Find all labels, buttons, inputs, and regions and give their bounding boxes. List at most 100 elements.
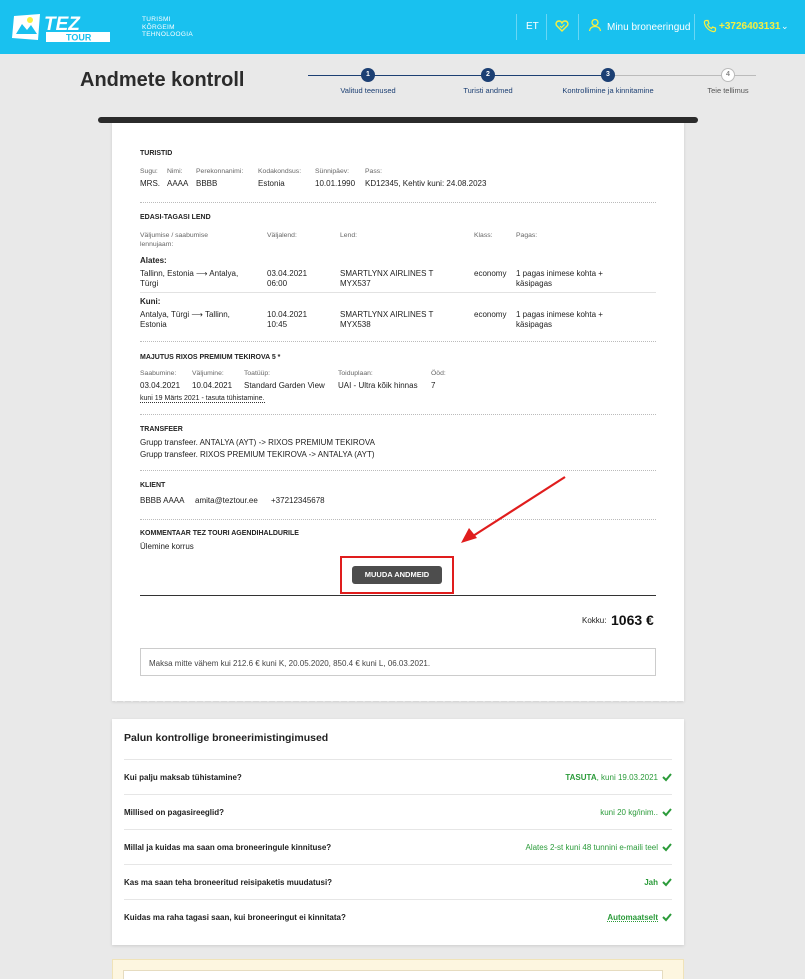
- answer-text: Alates 2-st kuni 48 tunnini e-maili teel: [525, 843, 658, 852]
- edit-details-button[interactable]: MUUDA ANDMEID: [352, 566, 442, 584]
- tourist-value: AAAA: [167, 179, 189, 188]
- tourist-value: 10.01.1990: [315, 179, 356, 188]
- condition-row: Kui palju maksab tühistamine? TASUTA, ku…: [124, 759, 672, 794]
- notice-input[interactable]: [123, 970, 663, 979]
- phone-icon[interactable]: [703, 19, 717, 33]
- condition-answer[interactable]: Automaatselt: [607, 913, 658, 922]
- edit-button-highlight: MUUDA ANDMEID: [340, 556, 454, 594]
- tourist-value: MRS.: [140, 179, 160, 188]
- tez-tour-logo[interactable]: TEZ TOUR: [10, 10, 114, 44]
- annotation-arrow: [461, 476, 566, 543]
- phone-number[interactable]: +3726403131: [719, 21, 780, 32]
- header-divider: [694, 14, 695, 40]
- check-icon: [662, 843, 672, 852]
- flight-label: Klass:: [474, 232, 493, 239]
- condition-answer: kuni 20 kg/inim..: [600, 808, 658, 817]
- comment-text: Ülemine korrus: [140, 542, 194, 551]
- flight-label: Lend:: [340, 232, 358, 239]
- user-icon[interactable]: [588, 18, 602, 32]
- notice-card: [112, 959, 684, 979]
- transfer-section: TRANSFEER Grupp transfeer. ANTALYA (AYT)…: [140, 426, 656, 462]
- condition-answer: Alates 2-st kuni 48 tunnini e-maili teel: [525, 843, 658, 852]
- flight-section: EDASI-TAGASI LEND Väljumise / saabumise …: [140, 214, 656, 334]
- step-1-dot[interactable]: 1: [361, 68, 375, 82]
- answer-highlight: TASUTA: [565, 773, 597, 782]
- language-selector[interactable]: ET: [526, 21, 539, 32]
- flight-label: Väljumise / saabumise lennujaam:: [140, 232, 208, 248]
- hotel-label: Ööd:: [431, 370, 446, 377]
- check-icon: [662, 773, 672, 782]
- flight-date: 03.04.2021: [267, 269, 308, 278]
- hotel-label: Toatüüp:: [244, 370, 271, 377]
- answer-highlight[interactable]: Automaatselt: [607, 913, 658, 922]
- check-icon: [662, 878, 672, 887]
- answer-highlight: Jah: [644, 878, 658, 887]
- client-name: BBBB AAAA: [140, 496, 185, 505]
- flight-route: Antalya, Türgi ⟶ Tallinn, Estonia: [140, 310, 230, 329]
- comment-section: KOMMENTAAR TEZ TOURI AGENDIHALDURILE Üle…: [140, 530, 656, 556]
- step-2-label[interactable]: Turisti andmed: [463, 86, 512, 95]
- tagline: Turismi Kõrgeim Tehnoloogia: [142, 16, 193, 39]
- tourist-label: Perekonnanimi:: [196, 168, 244, 175]
- flight-time: 06:00: [267, 278, 288, 288]
- flight-label: Väljalend:: [267, 232, 297, 239]
- my-bookings-link[interactable]: Minu broneeringud: [607, 22, 690, 33]
- flight-label: Pagas:: [516, 232, 538, 239]
- receipt-torn-edge: [112, 696, 684, 702]
- condition-row: Millal ja kuidas ma saan oma broneeringu…: [124, 829, 672, 864]
- step-3-label: Kontrollimine ja kinnitamine: [562, 86, 654, 95]
- flight-baggage: 1 pagas inimese kohta + käsipagas: [516, 269, 603, 288]
- section-divider: [140, 414, 656, 415]
- header-divider: [516, 14, 517, 40]
- section-divider: [140, 341, 656, 342]
- flight-class: economy: [474, 269, 507, 278]
- page-title: Andmete kontroll: [80, 69, 245, 91]
- hotel-label: Saabumine:: [140, 370, 177, 377]
- client-phone: +37212345678: [271, 496, 325, 505]
- hotel-section: MAJUTUS RIXOS PREMIUM TEKIROVA 5 * Saabu…: [140, 354, 656, 409]
- chevron-down-icon[interactable]: ⌄: [781, 21, 789, 32]
- flight-class: economy: [474, 310, 507, 319]
- step-1-label[interactable]: Valitud teenused: [340, 86, 395, 95]
- section-divider: [140, 470, 656, 471]
- answer-text: kuni 20 kg/inim..: [600, 808, 658, 817]
- check-icon: [662, 808, 672, 817]
- flight-number: MYX537: [340, 278, 371, 288]
- flight-time: 10:45: [267, 319, 288, 329]
- step-4-label: Teie tellimus: [707, 86, 749, 95]
- tourist-label: Sünnipäev:: [315, 168, 350, 175]
- header-divider: [546, 14, 547, 40]
- flight-direction-heading: Kuni:: [140, 297, 161, 306]
- condition-answer: Jah: [644, 878, 658, 887]
- flight-number: MYX538: [340, 319, 371, 329]
- step-2-dot[interactable]: 2: [481, 68, 495, 82]
- condition-row: Millised on pagasireeglid? kuni 20 kg/in…: [124, 794, 672, 829]
- hotel-value: 7: [431, 381, 436, 390]
- condition-question: Kas ma saan teha broneeritud reisipaketi…: [124, 878, 333, 887]
- booking-conditions-panel: Palun kontrollige broneerimistingimused …: [112, 719, 684, 945]
- cancellation-note[interactable]: kuni 19 Märts 2021 - tasuta tühistamine.: [140, 395, 265, 403]
- check-icon: [662, 913, 672, 922]
- condition-question: Millal ja kuidas ma saan oma broneeringu…: [124, 843, 332, 852]
- tagline-line: Kõrgeim: [142, 23, 175, 31]
- section-title: TURISTID: [140, 150, 173, 157]
- client-section: KLIENT BBBB AAAA amita@teztour.ee +37212…: [140, 482, 656, 510]
- payment-schedule-note: Maksa mitte vähem kui 212.6 € kuni K, 20…: [140, 648, 656, 676]
- header-divider: [578, 14, 579, 40]
- tourist-label: Kodakondsus:: [258, 168, 302, 175]
- tourist-label: Sugu:: [140, 168, 158, 175]
- hotel-label: Väljumine:: [192, 370, 224, 377]
- booking-receipt: [112, 121, 684, 701]
- flight-baggage: 1 pagas inimese kohta + käsipagas: [516, 310, 603, 329]
- transfer-line: Grupp transfeer. ANTALYA (AYT) -> RIXOS …: [140, 438, 375, 447]
- section-divider: [140, 519, 656, 520]
- condition-answer: TASUTA, kuni 19.03.2021: [565, 773, 658, 782]
- tourists-section: TURISTID Sugu: Nimi: Perekonnanimi: Koda…: [140, 150, 656, 195]
- hotel-value: Standard Garden View: [244, 381, 325, 390]
- flight-airline: SMARTLYNX AIRLINES T: [340, 310, 434, 319]
- total-price: 1063 €: [611, 612, 654, 628]
- hotel-value: 10.04.2021: [192, 381, 233, 390]
- hotel-value: 03.04.2021: [140, 381, 181, 390]
- heart-icon[interactable]: [555, 19, 569, 33]
- tagline-line: Tehnoloogia: [142, 31, 193, 38]
